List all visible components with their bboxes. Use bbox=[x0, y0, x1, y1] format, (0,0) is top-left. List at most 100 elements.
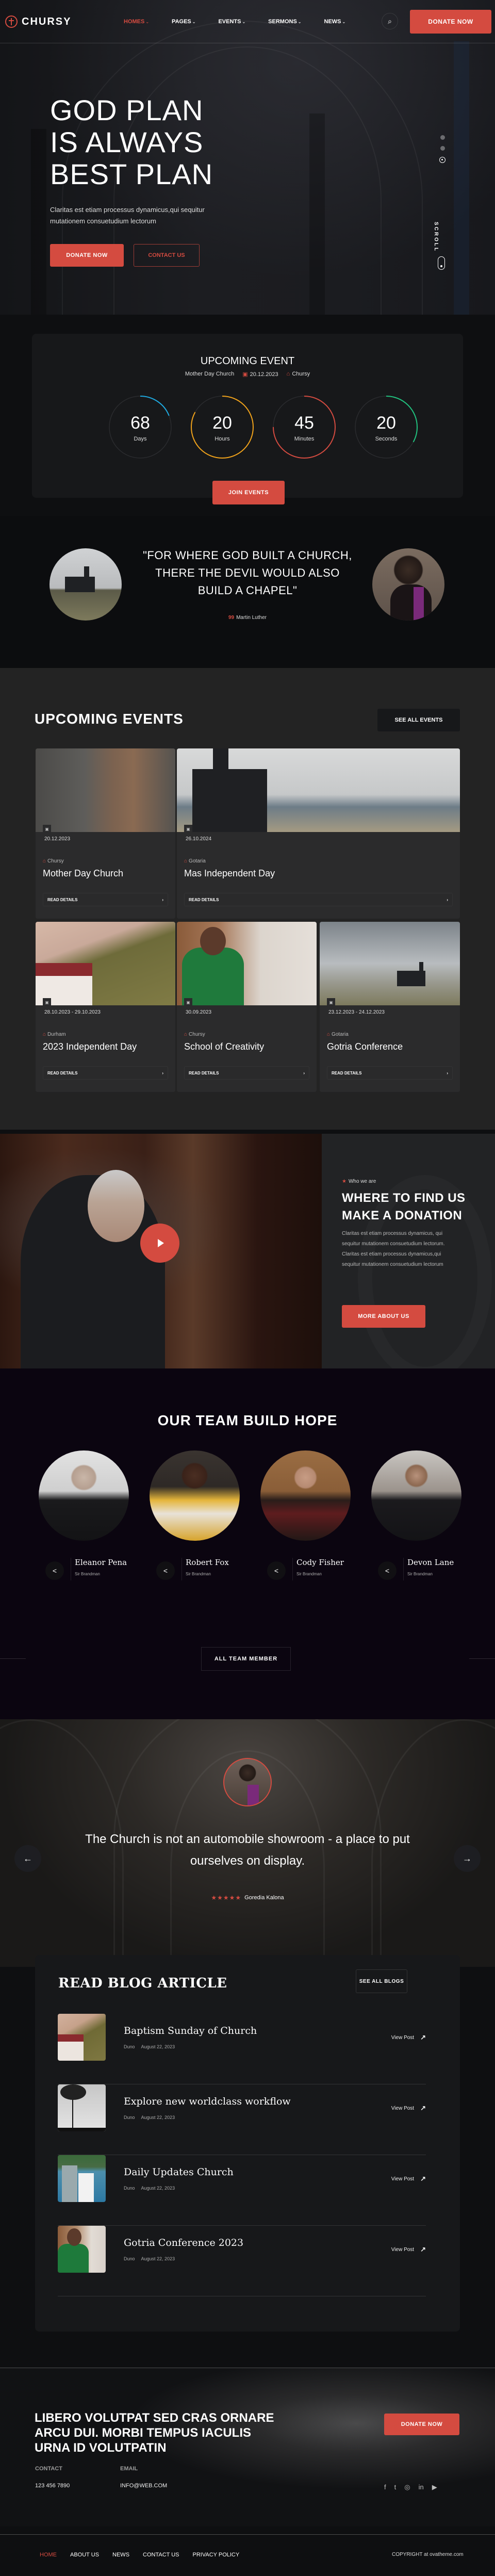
event-location-text: Gotaria bbox=[332, 1032, 349, 1037]
see-all-blogs-button[interactable]: SEE ALL BLOGS bbox=[356, 1969, 407, 1993]
view-post-label: View Post bbox=[391, 2246, 415, 2253]
next-arrow-icon[interactable]: → bbox=[454, 1845, 481, 1872]
countdown-hours: 20 Hours bbox=[190, 395, 255, 460]
prev-arrow-icon[interactable]: ← bbox=[14, 1845, 41, 1872]
event-card[interactable]: ▣ 20.12.2023 ⌂ Chursy Mother Day Church R… bbox=[36, 748, 175, 919]
view-post-link[interactable]: View Post ↗ bbox=[391, 2104, 426, 2112]
church-tower bbox=[84, 566, 89, 582]
menu-item-news[interactable]: NEWS ⌄ bbox=[324, 19, 346, 25]
footer-link-contact[interactable]: CONTACT US bbox=[143, 2552, 179, 2558]
search-icon[interactable]: ⌕ bbox=[382, 13, 398, 29]
read-details-button[interactable]: READ DETAILS › bbox=[43, 893, 168, 906]
slider-dot-active[interactable] bbox=[439, 157, 446, 163]
see-all-events-button[interactable]: SEE ALL EVENTS bbox=[377, 709, 460, 731]
blog-post[interactable]: Daily Updates Church Duno August 22, 2023… bbox=[58, 2155, 426, 2226]
post-date: August 22, 2023 bbox=[141, 2186, 175, 2191]
read-details-button[interactable]: READ DETAILS › bbox=[184, 1066, 309, 1080]
blog-post[interactable]: Explore new worldclass workflow Duno Augu… bbox=[58, 2084, 426, 2155]
linkedin-icon[interactable]: in bbox=[419, 2483, 424, 2491]
person-shape bbox=[78, 2173, 94, 2202]
footer-donate-button[interactable]: DONATE NOW bbox=[384, 2414, 459, 2435]
footer-link-about[interactable]: ABOUT US bbox=[70, 2552, 99, 2558]
home-icon: ⌂ bbox=[184, 858, 188, 864]
menu-label: HOMES bbox=[124, 19, 145, 25]
read-details-button[interactable]: READ DETAILS › bbox=[327, 1066, 453, 1080]
read-details-label: READ DETAILS bbox=[332, 1070, 362, 1075]
post-title[interactable]: Explore new worldclass workflow bbox=[124, 2096, 291, 2107]
hero-contact-button[interactable]: CONTACT US bbox=[134, 244, 200, 267]
contact-email[interactable]: INFO@WEB.COM bbox=[120, 2483, 167, 2489]
event-date: 23.12.2023 - 24.12.2023 bbox=[328, 1009, 385, 1015]
hero-title: GOD PLAN IS ALWAYS BEST PLAN bbox=[50, 94, 213, 190]
event-card[interactable]: ▣ 23.12.2023 - 24.12.2023 ⌂ Gotaria Gotri… bbox=[320, 922, 460, 1092]
post-title[interactable]: Baptism Sunday of Church bbox=[124, 2025, 257, 2036]
footer-link-news[interactable]: NEWS bbox=[112, 2552, 129, 2558]
menu-item-pages[interactable]: PAGES ⌄ bbox=[172, 19, 195, 25]
footer-link-home[interactable]: HOME bbox=[40, 2552, 57, 2558]
star-icon: ★ bbox=[342, 1179, 346, 1184]
hero-title-line: IS ALWAYS bbox=[50, 126, 204, 158]
countdown-panel: UPCOMING EVENT Mother Day Church ▣ 20.12.… bbox=[32, 334, 463, 498]
logo[interactable]: CHURSY bbox=[5, 15, 71, 28]
share-icon[interactable]: < bbox=[45, 1561, 64, 1580]
countdown-timers: 68 Days 20 Hours 45 Minutes 20 Seconds bbox=[108, 395, 419, 460]
post-title[interactable]: Daily Updates Church bbox=[124, 2166, 234, 2178]
event-card[interactable]: ▣ 28.10.2023 - 29.10.2023 ⌂ Durham 2023 I… bbox=[36, 922, 175, 1092]
countdown-seconds: 20 Seconds bbox=[354, 395, 419, 460]
play-video-button[interactable] bbox=[140, 1224, 179, 1263]
menu-item-sermons[interactable]: SERMONS ⌄ bbox=[268, 19, 301, 25]
read-details-button[interactable]: READ DETAILS › bbox=[184, 893, 453, 906]
scroll-label[interactable]: SCROLL bbox=[433, 222, 439, 252]
footer-link-privacy[interactable]: PRIVACY POLICY bbox=[193, 2552, 240, 2558]
slider-dot[interactable] bbox=[440, 135, 445, 140]
slider-dot[interactable] bbox=[440, 146, 445, 151]
contact-phone[interactable]: 123 456 7890 bbox=[35, 2483, 70, 2489]
share-icon[interactable]: < bbox=[267, 1561, 286, 1580]
member-role: Sir Brandman bbox=[296, 1572, 322, 1576]
donate-now-button[interactable]: DONATE NOW bbox=[410, 10, 491, 34]
share-icon[interactable]: < bbox=[156, 1561, 175, 1580]
church-shape bbox=[58, 2039, 84, 2061]
share-icon[interactable]: < bbox=[378, 1561, 397, 1580]
youtube-icon[interactable]: ▶ bbox=[432, 2483, 437, 2491]
post-author: Duno bbox=[124, 2186, 135, 2191]
member-name: Robert Fox bbox=[186, 1558, 229, 1567]
read-details-button[interactable]: READ DETAILS › bbox=[43, 1066, 168, 1080]
church-shape bbox=[192, 769, 267, 832]
event-date: 26.10.2024 bbox=[186, 836, 212, 842]
calendar-icon: ▣ bbox=[242, 371, 248, 378]
post-date: August 22, 2023 bbox=[141, 2044, 175, 2049]
view-post-link[interactable]: View Post ↗ bbox=[391, 2033, 426, 2042]
twitter-icon[interactable]: t bbox=[394, 2483, 397, 2491]
join-events-button[interactable]: JOIN EVENTS bbox=[212, 481, 285, 504]
hero-donate-button[interactable]: DONATE NOW bbox=[50, 244, 124, 267]
home-icon: ⌂ bbox=[286, 371, 290, 377]
all-team-member-button[interactable]: ALL TEAM MEMBER bbox=[201, 1647, 291, 1671]
menu-item-events[interactable]: EVENTS ⌄ bbox=[218, 19, 245, 25]
post-title[interactable]: Gotria Conference 2023 bbox=[124, 2237, 243, 2248]
blog-post[interactable]: Baptism Sunday of Church Duno August 22, … bbox=[58, 2014, 426, 2084]
event-card[interactable]: ▣ 30.09.2023 ⌂ Chursy School of Creativit… bbox=[177, 922, 317, 1092]
star-rating-icons: ★★★★★ bbox=[211, 1894, 242, 1901]
scroll-mouse-icon[interactable] bbox=[438, 256, 445, 270]
member-photo bbox=[39, 1450, 129, 1541]
chevron-down-icon: ⌄ bbox=[192, 20, 196, 24]
event-card[interactable]: ▣ 26.10.2024 ⌂ Gotaria Mas Independent Da… bbox=[177, 748, 460, 919]
view-post-link[interactable]: View Post ↗ bbox=[391, 2245, 426, 2254]
facebook-icon[interactable]: f bbox=[384, 2483, 386, 2491]
blog-post[interactable]: Gotria Conference 2023 Duno August 22, 20… bbox=[58, 2226, 426, 2296]
copyright: COPYRIGHT at ovatheme.com bbox=[392, 2552, 464, 2557]
post-thumbnail bbox=[58, 2155, 106, 2202]
ground bbox=[58, 2128, 106, 2131]
countdown-label: Days bbox=[134, 436, 147, 442]
events-title: UPCOMING EVENTS bbox=[35, 711, 184, 727]
member-name: Devon Lane bbox=[407, 1558, 454, 1567]
home-icon: ⌂ bbox=[184, 1032, 188, 1037]
more-about-us-button[interactable]: MORE ABOUT US bbox=[342, 1305, 425, 1328]
instagram-icon[interactable]: ◎ bbox=[404, 2483, 410, 2491]
calendar-icon: ▣ bbox=[184, 998, 192, 1007]
menu-item-homes[interactable]: HOMES ⌄ bbox=[124, 19, 149, 25]
view-post-link[interactable]: View Post ↗ bbox=[391, 2175, 426, 2183]
about-text: Claritas est etiam processus dynamicus, … bbox=[342, 1231, 445, 1267]
pastor-stole bbox=[248, 1785, 259, 1805]
